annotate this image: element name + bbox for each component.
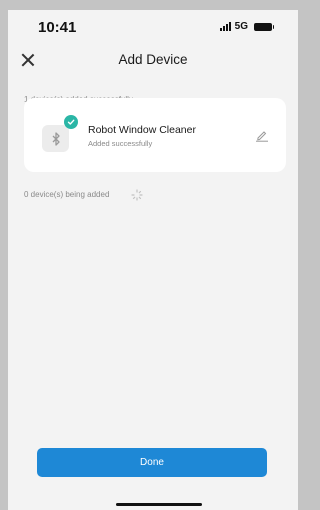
device-status: Added successfully bbox=[88, 139, 153, 148]
pending-count-caption: 0 device(s) being added bbox=[24, 190, 110, 199]
network-label: 5G bbox=[234, 21, 248, 32]
signal-icon bbox=[219, 22, 231, 31]
loading-spinner-icon bbox=[131, 189, 143, 201]
status-bar: 10:41 5G bbox=[8, 10, 298, 42]
edit-icon[interactable] bbox=[255, 130, 269, 142]
bluetooth-icon bbox=[52, 131, 60, 146]
phone-screen: 10:41 5G Add Device 1 device(s) added su… bbox=[8, 10, 298, 510]
battery-icon bbox=[254, 22, 274, 31]
check-icon bbox=[64, 115, 78, 129]
status-time: 10:41 bbox=[38, 19, 77, 36]
status-indicators: 5G bbox=[219, 21, 274, 32]
page-title: Add Device bbox=[118, 52, 188, 67]
header: Add Device bbox=[8, 48, 298, 72]
done-button[interactable]: Done bbox=[37, 448, 267, 477]
close-icon[interactable] bbox=[20, 52, 36, 68]
device-name: Robot Window Cleaner bbox=[88, 124, 196, 136]
home-indicator bbox=[116, 503, 202, 506]
device-icon-box bbox=[42, 125, 69, 152]
